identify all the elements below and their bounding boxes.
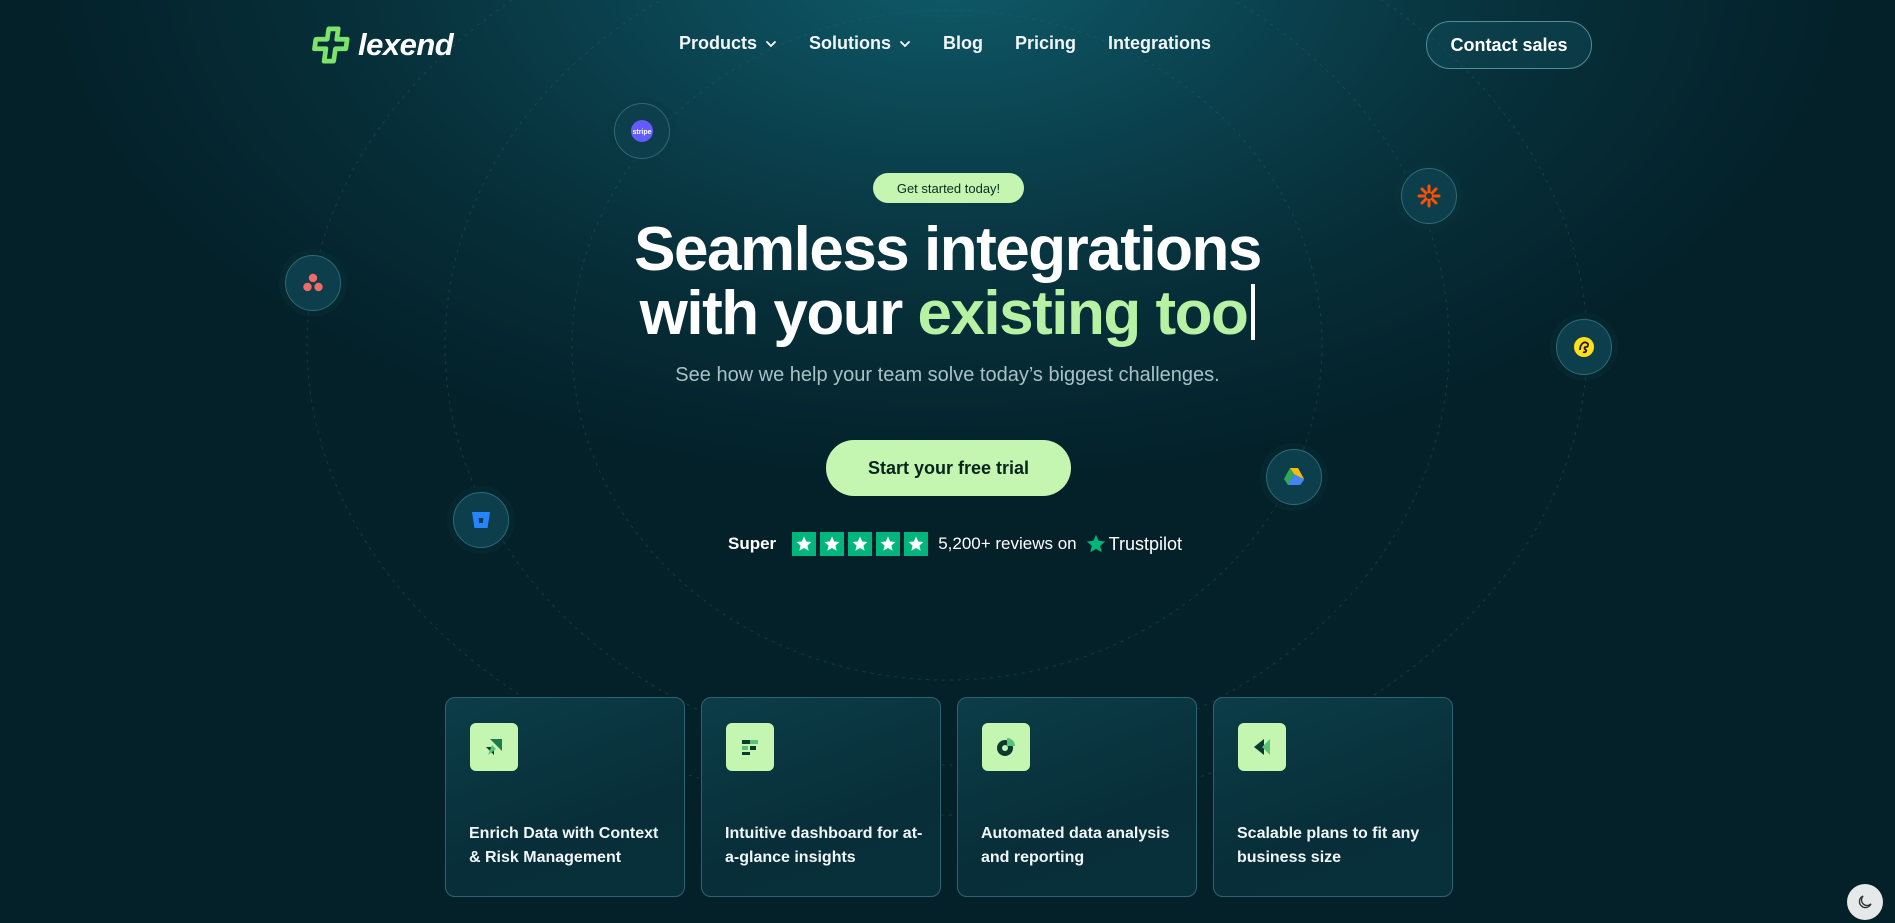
chevron-down-icon — [900, 40, 910, 47]
feature-card[interactable]: Scalable plans to fit any business size — [1213, 697, 1453, 897]
rating-word: Super — [728, 534, 777, 553]
nav-item-label: Products — [679, 33, 758, 53]
hero-headline: Seamless integrations with your existing… — [0, 218, 1895, 346]
feature-card-title: Enrich Data with Context & Risk Manageme… — [469, 825, 659, 866]
moon-icon — [1858, 895, 1872, 909]
google-drive-icon — [1266, 449, 1322, 505]
star-icon — [792, 532, 817, 556]
star-icon — [848, 532, 873, 556]
trustpilot-star-icon — [1086, 534, 1105, 553]
trustpilot-label: Trustpilot — [1108, 533, 1182, 554]
scale-icon — [1238, 723, 1286, 771]
reviews-count: 5,200+ reviews on — [938, 534, 1077, 553]
nav-item-label: Pricing — [1015, 33, 1077, 53]
brand-name: lexend — [358, 27, 454, 62]
feature-cards: Enrich Data with Context & Risk Manageme… — [445, 697, 1453, 897]
nav-item-label: Integrations — [1108, 33, 1212, 53]
feature-card[interactable]: Intuitive dashboard for at-a-glance insi… — [701, 697, 941, 897]
feature-card-title: Scalable plans to fit any business size — [1237, 825, 1420, 866]
enrich-icon — [470, 723, 518, 771]
nav-item-pricing[interactable]: Pricing — [1015, 33, 1076, 54]
nav-item-label: Blog — [943, 33, 984, 53]
chevron-down-icon — [766, 40, 776, 47]
nav-item-blog[interactable]: Blog — [943, 33, 983, 54]
nav-item-label: Solutions — [809, 33, 892, 53]
zapier-icon — [1401, 168, 1457, 224]
nav-item-products[interactable]: Products — [679, 33, 777, 54]
trustpilot-rating[interactable]: Super 5,200+ reviews on Trustpilot — [728, 530, 1182, 558]
nav-links: Products Solutions Blog Pricing Integrat… — [679, 33, 1211, 54]
theme-toggle-button[interactable] — [1847, 884, 1883, 920]
nav-item-solutions[interactable]: Solutions — [809, 33, 911, 54]
dashboard-icon — [726, 723, 774, 771]
star-icon — [904, 532, 929, 556]
start-free-trial-button[interactable]: Start your free trial — [826, 440, 1071, 496]
star-icon — [820, 532, 845, 556]
get-started-badge: Get started today! — [873, 173, 1024, 203]
feature-card[interactable]: Enrich Data with Context & Risk Manageme… — [445, 697, 685, 897]
headline-accent-text: existing too — [917, 279, 1248, 348]
feature-card-title: Automated data analysis and reporting — [981, 825, 1170, 866]
nav-item-integrations[interactable]: Integrations — [1108, 33, 1211, 54]
logo-mark-icon — [312, 26, 350, 64]
rating-stars — [792, 532, 929, 556]
contact-sales-button[interactable]: Contact sales — [1426, 21, 1592, 69]
svg-text:stripe: stripe — [632, 129, 651, 136]
feature-card-title: Intuitive dashboard for at-a-glance insi… — [725, 825, 923, 866]
trustpilot-logo: Trustpilot — [1085, 533, 1182, 555]
stripe-icon: stripe — [614, 103, 670, 159]
headline-line-2-prefix: with your — [639, 279, 918, 348]
typing-caret — [1251, 284, 1256, 340]
top-navigation: lexend Products Solutions Blog Pricing I… — [0, 0, 1895, 92]
brand-logo[interactable]: lexend — [312, 26, 454, 64]
star-icon — [876, 532, 901, 556]
feature-card[interactable]: Automated data analysis and reporting — [957, 697, 1197, 897]
pie-chart-icon — [982, 723, 1030, 771]
headline-line-1: Seamless integrations — [634, 215, 1262, 284]
bitbucket-icon — [453, 492, 509, 548]
hero-subtitle: See how we help your team solve today’s … — [675, 364, 1220, 386]
